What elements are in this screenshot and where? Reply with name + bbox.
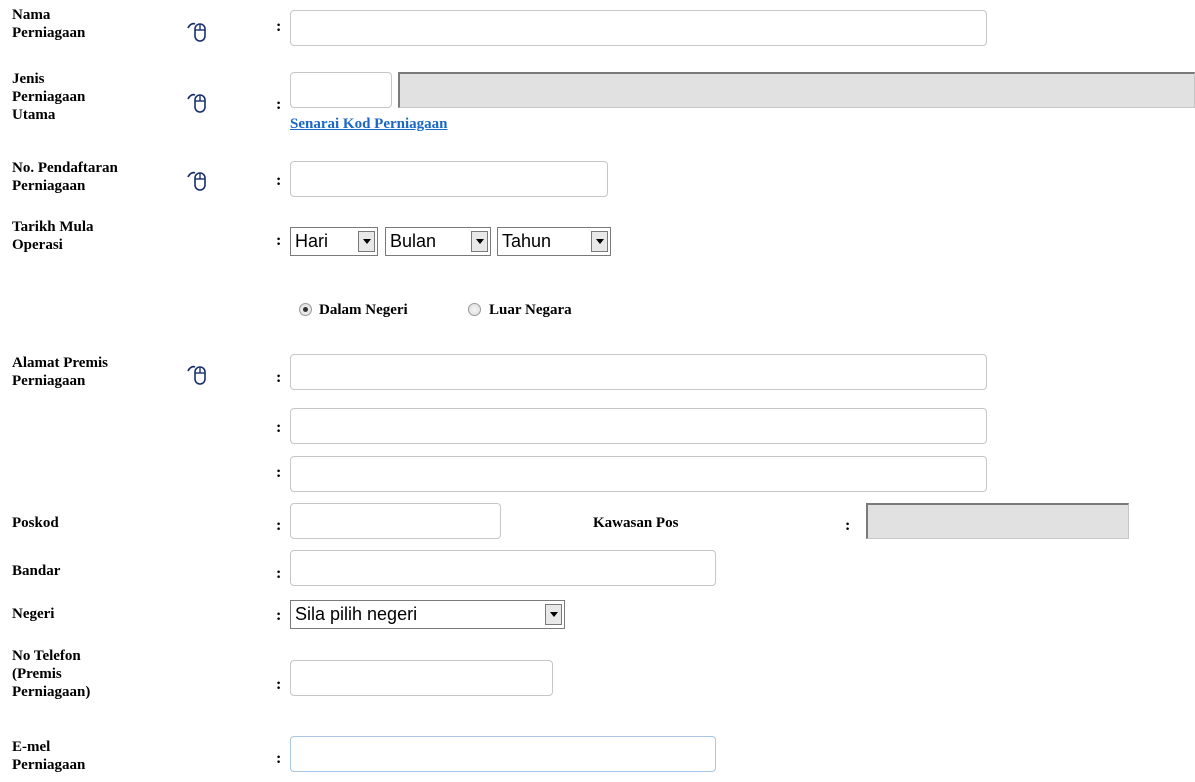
colon: : (276, 419, 282, 436)
dalam-negeri-label: Dalam Negeri (319, 302, 408, 318)
colon: : (276, 676, 282, 693)
negeri-select-value: Sila pilih negeri (295, 604, 418, 624)
chevron-down-icon (471, 231, 488, 252)
kod-perniagaan-input[interactable] (290, 72, 392, 108)
telefon-label: No Telefon (Premis Perniagaan) (12, 648, 91, 700)
nama-perniagaan-input[interactable] (290, 10, 987, 46)
telefon-input[interactable] (290, 660, 553, 696)
mouse-pointer-icon (186, 19, 210, 45)
kawasan-pos-field (866, 503, 1129, 539)
emel-label: E-mel Perniagaan (12, 739, 86, 773)
tahun-select-value: Tahun (502, 231, 552, 251)
colon: : (276, 18, 282, 35)
alamat-line2-input[interactable] (290, 408, 987, 444)
bulan-select-value: Bulan (390, 231, 437, 251)
chevron-down-icon (591, 231, 608, 252)
colon: : (276, 96, 282, 113)
jenis-perniagaan-description-field (398, 72, 1195, 108)
bulan-select[interactable]: Bulan (385, 227, 491, 256)
mouse-pointer-icon (186, 168, 210, 194)
tahun-select[interactable]: Tahun (497, 227, 611, 256)
mouse-pointer-icon (186, 362, 210, 388)
luar-negara-label: Luar Negara (489, 302, 572, 318)
colon: : (276, 369, 282, 386)
colon: : (276, 607, 282, 624)
tarikh-mula-label: Tarikh Mula Operasi (12, 219, 94, 253)
hari-select-value: Hari (295, 231, 329, 251)
poskod-label: Poskod (12, 515, 59, 531)
emel-input[interactable] (290, 736, 716, 772)
colon: : (276, 750, 282, 767)
negeri-label: Negeri (12, 606, 55, 622)
no-pendaftaran-input[interactable] (290, 161, 608, 197)
colon: : (276, 565, 282, 582)
chevron-down-icon (545, 604, 562, 625)
poskod-input[interactable] (290, 503, 501, 539)
hari-select[interactable]: Hari (290, 227, 378, 256)
nama-perniagaan-label: Nama Perniagaan (12, 7, 86, 41)
alamat-label: Alamat Premis Perniagaan (12, 355, 108, 389)
alamat-line3-input[interactable] (290, 456, 987, 492)
luar-negara-radio[interactable] (468, 303, 481, 316)
jenis-perniagaan-label: Jenis Perniagaan Utama (12, 71, 86, 123)
alamat-line1-input[interactable] (290, 354, 987, 390)
colon: : (276, 464, 282, 481)
no-pendaftaran-label: No. Pendaftaran Perniagaan (12, 160, 118, 194)
colon: : (276, 517, 282, 534)
chevron-down-icon (358, 231, 375, 252)
bandar-label: Bandar (12, 563, 61, 579)
senarai-kod-perniagaan-link[interactable]: Senarai Kod Perniagaan (290, 116, 448, 133)
negeri-select[interactable]: Sila pilih negeri (290, 600, 565, 629)
colon: : (276, 172, 282, 189)
bandar-input[interactable] (290, 550, 716, 586)
dalam-negeri-radio[interactable] (299, 303, 312, 316)
kawasan-pos-label: Kawasan Pos (593, 515, 679, 531)
colon: : (845, 517, 851, 534)
mouse-pointer-icon (186, 90, 210, 116)
colon: : (276, 232, 282, 249)
